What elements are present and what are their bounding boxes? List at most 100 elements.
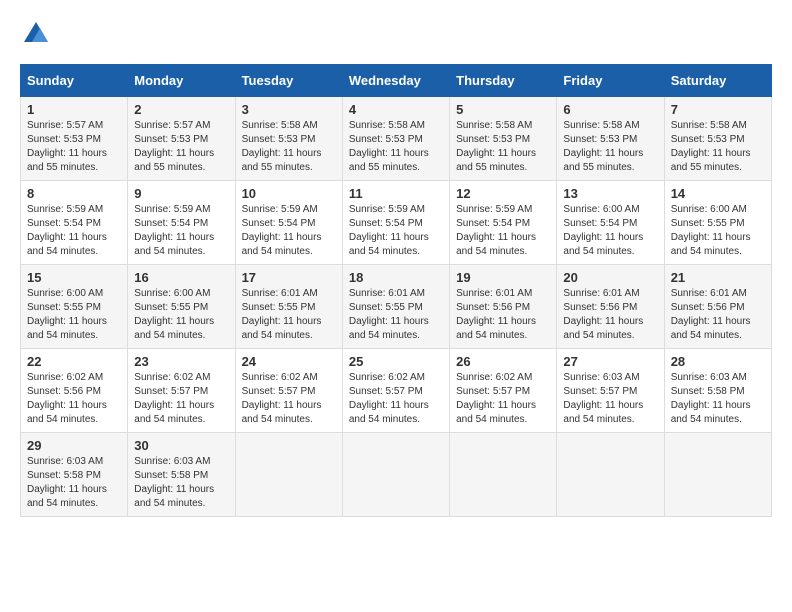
day-info: Sunrise: 6:02 AM Sunset: 5:57 PM Dayligh… bbox=[134, 371, 228, 427]
day-number: 2 bbox=[134, 102, 228, 117]
daylight-minutes: and 54 minutes. bbox=[242, 246, 313, 257]
sunset-text: Sunset: 5:53 PM bbox=[456, 134, 530, 145]
calendar-day-cell: 25 Sunrise: 6:02 AM Sunset: 5:57 PM Dayl… bbox=[342, 348, 449, 432]
sunset-text: Sunset: 5:53 PM bbox=[134, 134, 208, 145]
calendar-day-cell: 3 Sunrise: 5:58 AM Sunset: 5:53 PM Dayli… bbox=[235, 96, 342, 180]
daylight-text: Daylight: 11 hours bbox=[349, 316, 429, 327]
sunset-text: Sunset: 5:54 PM bbox=[349, 218, 423, 229]
sunset-text: Sunset: 5:55 PM bbox=[671, 218, 745, 229]
day-number: 26 bbox=[456, 354, 550, 369]
daylight-text: Daylight: 11 hours bbox=[563, 316, 643, 327]
daylight-minutes: and 54 minutes. bbox=[671, 330, 742, 341]
calendar-day-cell: 16 Sunrise: 6:00 AM Sunset: 5:55 PM Dayl… bbox=[128, 264, 235, 348]
calendar-week-row: 29 Sunrise: 6:03 AM Sunset: 5:58 PM Dayl… bbox=[21, 432, 772, 516]
sunset-text: Sunset: 5:58 PM bbox=[671, 386, 745, 397]
daylight-text: Daylight: 11 hours bbox=[27, 148, 107, 159]
day-number: 3 bbox=[242, 102, 336, 117]
daylight-text: Daylight: 11 hours bbox=[134, 232, 214, 243]
daylight-minutes: and 54 minutes. bbox=[563, 414, 634, 425]
daylight-minutes: and 55 minutes. bbox=[563, 162, 634, 173]
sunset-text: Sunset: 5:53 PM bbox=[349, 134, 423, 145]
daylight-minutes: and 54 minutes. bbox=[671, 414, 742, 425]
day-info: Sunrise: 6:03 AM Sunset: 5:58 PM Dayligh… bbox=[671, 371, 765, 427]
daylight-text: Daylight: 11 hours bbox=[563, 232, 643, 243]
day-info: Sunrise: 6:02 AM Sunset: 5:57 PM Dayligh… bbox=[456, 371, 550, 427]
calendar-table: SundayMondayTuesdayWednesdayThursdayFrid… bbox=[20, 64, 772, 517]
day-info: Sunrise: 6:02 AM Sunset: 5:57 PM Dayligh… bbox=[349, 371, 443, 427]
calendar-day-cell: 6 Sunrise: 5:58 AM Sunset: 5:53 PM Dayli… bbox=[557, 96, 664, 180]
daylight-text: Daylight: 11 hours bbox=[563, 148, 643, 159]
daylight-text: Daylight: 11 hours bbox=[456, 400, 536, 411]
sunset-text: Sunset: 5:56 PM bbox=[563, 302, 637, 313]
weekday-header: Wednesday bbox=[342, 64, 449, 96]
daylight-minutes: and 54 minutes. bbox=[242, 414, 313, 425]
sunrise-text: Sunrise: 5:58 AM bbox=[242, 120, 318, 131]
day-number: 24 bbox=[242, 354, 336, 369]
daylight-minutes: and 54 minutes. bbox=[349, 246, 420, 257]
sunrise-text: Sunrise: 5:57 AM bbox=[134, 120, 210, 131]
day-info: Sunrise: 6:01 AM Sunset: 5:55 PM Dayligh… bbox=[349, 287, 443, 343]
day-number: 23 bbox=[134, 354, 228, 369]
daylight-minutes: and 55 minutes. bbox=[27, 162, 98, 173]
sunrise-text: Sunrise: 5:58 AM bbox=[349, 120, 425, 131]
daylight-minutes: and 54 minutes. bbox=[671, 246, 742, 257]
day-number: 16 bbox=[134, 270, 228, 285]
daylight-text: Daylight: 11 hours bbox=[456, 232, 536, 243]
weekday-header: Saturday bbox=[664, 64, 771, 96]
day-info: Sunrise: 6:01 AM Sunset: 5:56 PM Dayligh… bbox=[456, 287, 550, 343]
daylight-minutes: and 55 minutes. bbox=[349, 162, 420, 173]
sunset-text: Sunset: 5:58 PM bbox=[134, 470, 208, 481]
daylight-text: Daylight: 11 hours bbox=[242, 400, 322, 411]
logo bbox=[20, 20, 50, 54]
daylight-text: Daylight: 11 hours bbox=[671, 148, 751, 159]
sunrise-text: Sunrise: 5:59 AM bbox=[134, 204, 210, 215]
sunrise-text: Sunrise: 5:58 AM bbox=[456, 120, 532, 131]
sunrise-text: Sunrise: 5:59 AM bbox=[27, 204, 103, 215]
calendar-day-cell: 26 Sunrise: 6:02 AM Sunset: 5:57 PM Dayl… bbox=[450, 348, 557, 432]
daylight-text: Daylight: 11 hours bbox=[671, 400, 751, 411]
calendar-day-cell: 7 Sunrise: 5:58 AM Sunset: 5:53 PM Dayli… bbox=[664, 96, 771, 180]
day-info: Sunrise: 6:03 AM Sunset: 5:57 PM Dayligh… bbox=[563, 371, 657, 427]
sunset-text: Sunset: 5:54 PM bbox=[563, 218, 637, 229]
sunrise-text: Sunrise: 6:03 AM bbox=[563, 372, 639, 383]
day-number: 12 bbox=[456, 186, 550, 201]
day-number: 29 bbox=[27, 438, 121, 453]
calendar-day-cell: 27 Sunrise: 6:03 AM Sunset: 5:57 PM Dayl… bbox=[557, 348, 664, 432]
day-number: 4 bbox=[349, 102, 443, 117]
sunset-text: Sunset: 5:55 PM bbox=[349, 302, 423, 313]
daylight-text: Daylight: 11 hours bbox=[349, 232, 429, 243]
day-info: Sunrise: 5:58 AM Sunset: 5:53 PM Dayligh… bbox=[563, 119, 657, 175]
day-number: 20 bbox=[563, 270, 657, 285]
calendar-day-cell: 1 Sunrise: 5:57 AM Sunset: 5:53 PM Dayli… bbox=[21, 96, 128, 180]
sunset-text: Sunset: 5:54 PM bbox=[456, 218, 530, 229]
daylight-minutes: and 54 minutes. bbox=[27, 330, 98, 341]
daylight-text: Daylight: 11 hours bbox=[671, 232, 751, 243]
daylight-minutes: and 54 minutes. bbox=[134, 246, 205, 257]
daylight-text: Daylight: 11 hours bbox=[134, 400, 214, 411]
day-number: 11 bbox=[349, 186, 443, 201]
day-number: 10 bbox=[242, 186, 336, 201]
calendar-day-cell: 22 Sunrise: 6:02 AM Sunset: 5:56 PM Dayl… bbox=[21, 348, 128, 432]
daylight-text: Daylight: 11 hours bbox=[27, 316, 107, 327]
day-number: 7 bbox=[671, 102, 765, 117]
calendar-day-cell bbox=[664, 432, 771, 516]
sunset-text: Sunset: 5:57 PM bbox=[349, 386, 423, 397]
daylight-text: Daylight: 11 hours bbox=[349, 148, 429, 159]
daylight-minutes: and 54 minutes. bbox=[349, 414, 420, 425]
daylight-text: Daylight: 11 hours bbox=[349, 400, 429, 411]
calendar-day-cell: 17 Sunrise: 6:01 AM Sunset: 5:55 PM Dayl… bbox=[235, 264, 342, 348]
calendar-day-cell: 4 Sunrise: 5:58 AM Sunset: 5:53 PM Dayli… bbox=[342, 96, 449, 180]
sunset-text: Sunset: 5:56 PM bbox=[671, 302, 745, 313]
day-info: Sunrise: 6:00 AM Sunset: 5:55 PM Dayligh… bbox=[134, 287, 228, 343]
day-info: Sunrise: 5:59 AM Sunset: 5:54 PM Dayligh… bbox=[456, 203, 550, 259]
sunrise-text: Sunrise: 6:02 AM bbox=[242, 372, 318, 383]
daylight-minutes: and 54 minutes. bbox=[27, 498, 98, 509]
daylight-minutes: and 54 minutes. bbox=[242, 330, 313, 341]
calendar-day-cell: 28 Sunrise: 6:03 AM Sunset: 5:58 PM Dayl… bbox=[664, 348, 771, 432]
calendar-day-cell: 12 Sunrise: 5:59 AM Sunset: 5:54 PM Dayl… bbox=[450, 180, 557, 264]
day-number: 6 bbox=[563, 102, 657, 117]
day-number: 13 bbox=[563, 186, 657, 201]
sunrise-text: Sunrise: 6:03 AM bbox=[671, 372, 747, 383]
daylight-minutes: and 54 minutes. bbox=[456, 414, 527, 425]
sunset-text: Sunset: 5:57 PM bbox=[563, 386, 637, 397]
